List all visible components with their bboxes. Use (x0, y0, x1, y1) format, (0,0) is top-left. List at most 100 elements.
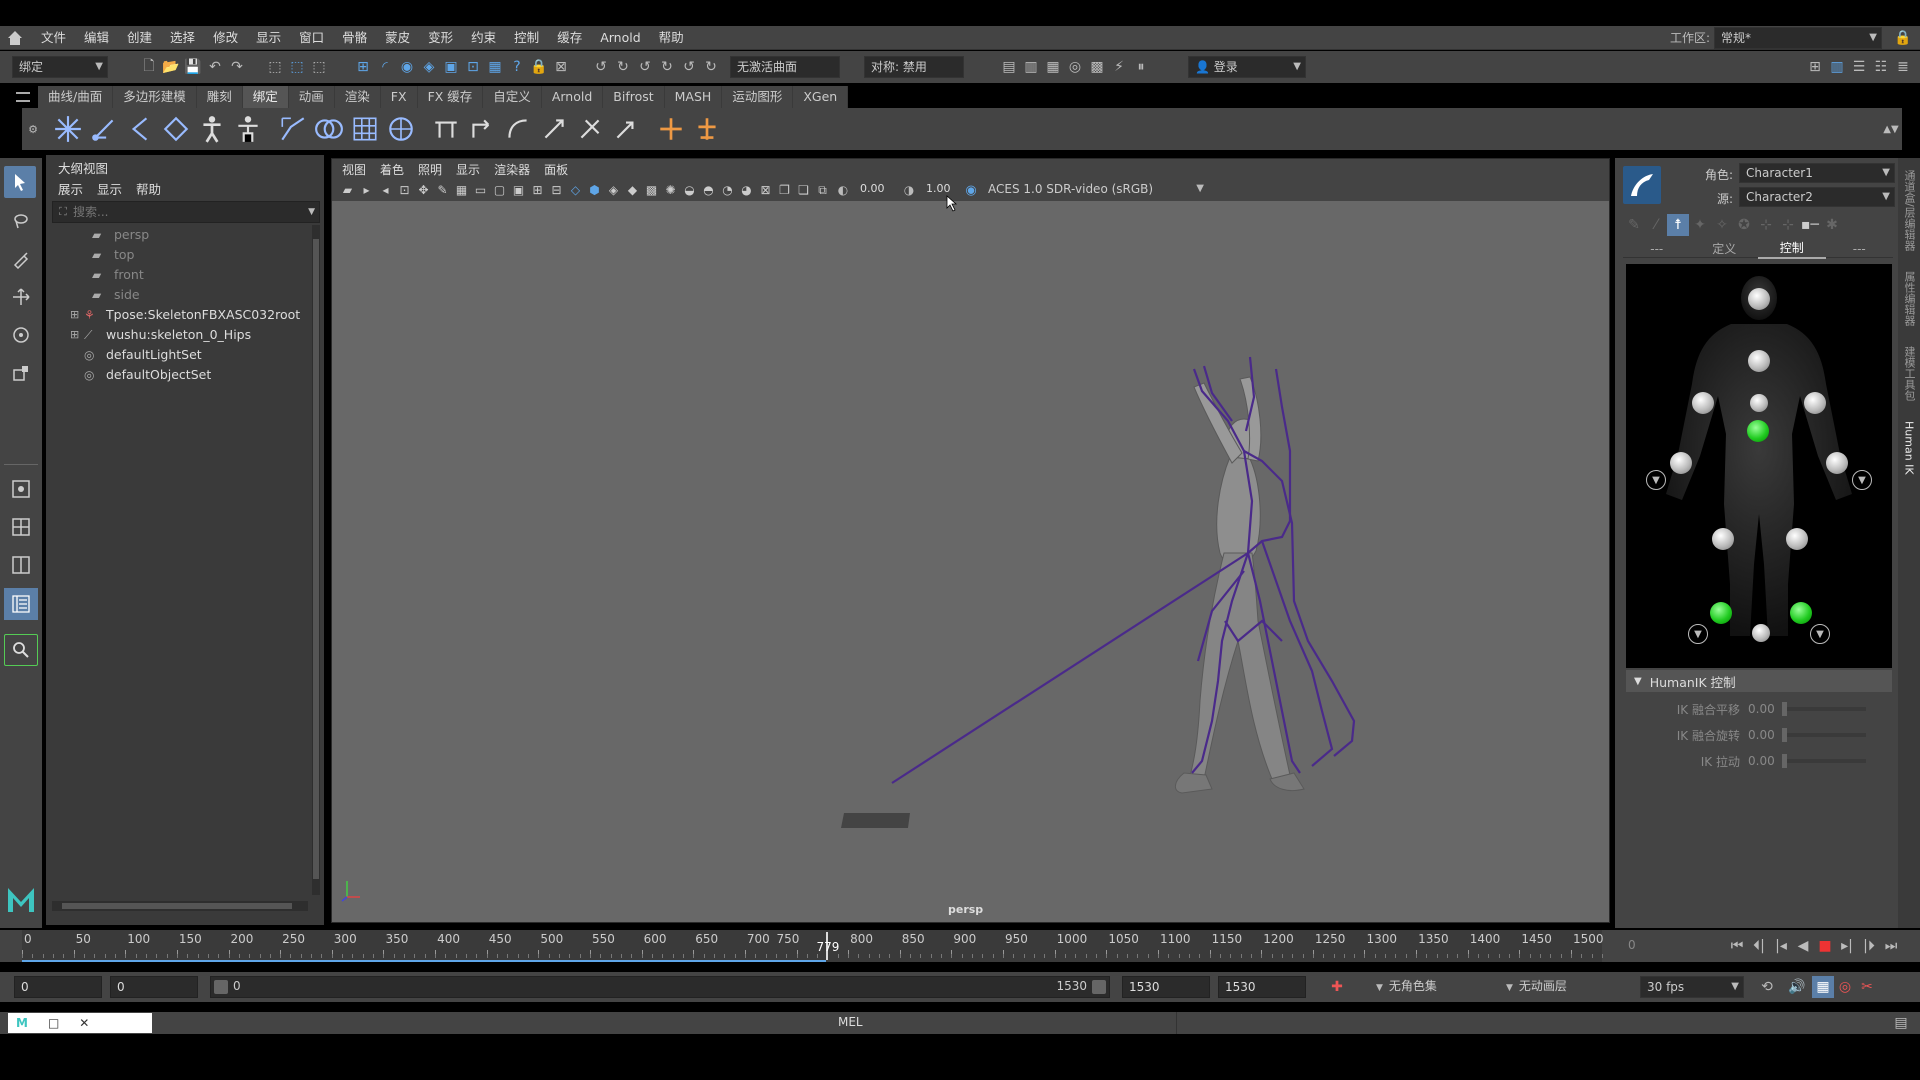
wireframe-icon[interactable]: ◇ (566, 181, 585, 199)
camera-select-icon[interactable]: ▰ (338, 181, 357, 199)
locator-icon[interactable] (656, 114, 686, 144)
parent-constraint-icon[interactable] (431, 114, 461, 144)
paint-weights-icon[interactable] (350, 114, 380, 144)
snap-curve-icon[interactable]: ◜ (374, 56, 396, 78)
auto-key-icon[interactable]: ✚ (1326, 976, 1348, 998)
menu-set-dropdown[interactable]: 绑定 ▼ (12, 56, 108, 78)
undo-icon[interactable]: ↶ (204, 56, 226, 78)
shelf-tab[interactable]: FX (381, 86, 418, 108)
menu-item[interactable]: 编辑 (75, 26, 118, 50)
pin-icon[interactable]: ⊠ (550, 56, 572, 78)
right-shoulder-effector[interactable] (1804, 392, 1826, 414)
property-value[interactable]: 0.00 (1748, 754, 1782, 768)
left-fingers-expand-icon[interactable]: ▼ (1646, 470, 1666, 490)
2d-pan-icon[interactable]: ✥ (414, 181, 433, 199)
four-view-layout-icon[interactable] (6, 512, 36, 542)
render-frame-icon[interactable]: ▤ (998, 56, 1020, 78)
grid-icon[interactable]: ▦ (452, 181, 471, 199)
property-value[interactable]: 0.00 (1748, 728, 1782, 742)
viewport-menu-item[interactable]: 面板 (544, 161, 568, 178)
render-settings-icon[interactable]: ◎ (1064, 56, 1086, 78)
key-icon[interactable]: ⊹ (1755, 214, 1777, 236)
live-surface-field[interactable]: 无激活曲面 (730, 56, 840, 78)
right-knee-effector[interactable] (1786, 528, 1808, 550)
property-value[interactable]: 0.00 (1748, 702, 1782, 716)
hips-effector[interactable] (1747, 420, 1769, 442)
lasso-icon-2[interactable]: ↻ (612, 56, 634, 78)
pencil-icon[interactable]: ✎ (1623, 214, 1645, 236)
viewport-menu-item[interactable]: 视图 (342, 161, 366, 178)
shelf-tab[interactable]: 渲染 (335, 86, 381, 108)
playback-speed-icon[interactable]: ▦ (1812, 976, 1834, 998)
motion-blur-icon[interactable]: ◔ (718, 181, 737, 199)
attribute-editor-icon[interactable]: ▥ (1826, 56, 1848, 78)
fps-dropdown[interactable]: 30 fps ▼ (1640, 976, 1744, 998)
left-knee-effector[interactable] (1712, 528, 1734, 550)
command-language-label[interactable]: MEL (838, 1015, 863, 1029)
right-hand-effector[interactable] (1826, 452, 1848, 474)
outliner-menu-item[interactable]: 帮助 (136, 179, 161, 198)
character-controls-view[interactable]: ▼ ▼ ▼ ▼ (1626, 264, 1892, 668)
menu-item[interactable]: 文件 (32, 26, 75, 50)
outliner-menu-item[interactable]: 展示 (58, 179, 83, 198)
workspace-dropdown[interactable]: 常规* ▼ (1714, 26, 1882, 49)
bookmark-icon[interactable]: ◂ (376, 181, 395, 199)
shelf-tab[interactable]: XGen (793, 86, 849, 108)
login-dropdown[interactable]: 👤 登录 ▼ (1188, 56, 1306, 78)
menu-item[interactable]: 选择 (161, 26, 204, 50)
bind-skin-icon[interactable] (314, 114, 344, 144)
menu-item[interactable]: 创建 (118, 26, 161, 50)
redo-icon[interactable]: ↷ (226, 56, 248, 78)
outliner-scrollbar[interactable] (312, 225, 320, 895)
reset-icon[interactable]: ✱ (1821, 214, 1843, 236)
xray-icon[interactable]: ❐ (775, 181, 794, 199)
shelf-tab[interactable]: 动画 (289, 86, 335, 108)
chevron-down-icon[interactable]: ▼ (308, 207, 315, 217)
lasso-icon-6[interactable]: ↻ (700, 56, 722, 78)
shelf-menu-icon[interactable] (16, 92, 30, 102)
range-bar[interactable]: 0 1530 (210, 976, 1110, 998)
menu-item[interactable]: 修改 (204, 26, 247, 50)
pause-icon[interactable]: ⏸ (1130, 56, 1152, 78)
scale-tool-icon[interactable] (6, 358, 36, 388)
left-foot-effector[interactable] (1710, 602, 1732, 624)
lights-icon[interactable]: ✺ (661, 181, 680, 199)
outliner-item[interactable]: ▰ front (52, 265, 308, 285)
gate-mask-icon[interactable]: ▣ (509, 181, 528, 199)
xray-components-icon[interactable]: ⧉ (813, 181, 832, 199)
outliner-item[interactable]: ⊞ ⟋ wushu:skeleton_0_Hips (52, 325, 308, 345)
scene-start-field[interactable]: 0 (14, 976, 102, 998)
select-hierarchy-icon[interactable]: ⬚ (264, 56, 286, 78)
side-tab[interactable]: 属性编辑器 (1901, 267, 1917, 330)
outliner-item[interactable]: ⊞ ⚘ Tpose:SkeletonFBXASC032root (52, 305, 308, 325)
toggle-icon[interactable]: ▪─ (1799, 214, 1821, 236)
menu-item[interactable]: 变形 (419, 26, 462, 50)
move-tool-icon[interactable] (6, 282, 36, 312)
floor-effector[interactable] (1752, 624, 1770, 642)
shelf-tab[interactable]: 自定义 (483, 86, 542, 108)
play-backward-icon[interactable]: ◀ (1792, 935, 1814, 957)
shelf-tab[interactable]: 绑定 (242, 86, 289, 108)
snap-point-icon[interactable]: ◉ (396, 56, 418, 78)
anim-prefs-icon[interactable]: ✂ (1856, 976, 1878, 998)
isolate-select-icon[interactable]: ⊠ (756, 181, 775, 199)
antialias-icon[interactable]: ◕ (737, 181, 756, 199)
outliner-item[interactable]: ◎ defaultObjectSet (52, 365, 308, 385)
character-icon[interactable]: ◎ (1834, 976, 1856, 998)
viewport-menu-item[interactable]: 着色 (380, 161, 404, 178)
symmetry-dropdown[interactable]: 对称: 禁用 (864, 56, 964, 78)
range-start-handle[interactable] (214, 980, 228, 994)
snap-view-icon[interactable]: ◈ (418, 56, 440, 78)
xray-joints-icon[interactable]: ❏ (794, 181, 813, 199)
humanik-tab[interactable]: 定义 (1691, 240, 1759, 258)
new-scene-icon[interactable]: 🗋 (138, 56, 160, 78)
humanik-tab[interactable]: --- (1623, 240, 1691, 258)
skeleton-rig[interactable] (891, 356, 1356, 784)
chest-effector[interactable] (1748, 350, 1770, 372)
time-slider[interactable]: 0 50 100 150 200 250 300 350 400 450 500 550 600 650 7… (0, 930, 1920, 962)
character-mesh[interactable] (1175, 376, 1305, 794)
snap-grid-icon[interactable]: ⊞ (352, 56, 374, 78)
go-to-end-icon[interactable]: ⏭ (1880, 935, 1902, 957)
source-dropdown[interactable]: Character2 ▼ (1739, 187, 1895, 207)
step-back-key-icon[interactable]: |◂ (1770, 935, 1792, 957)
